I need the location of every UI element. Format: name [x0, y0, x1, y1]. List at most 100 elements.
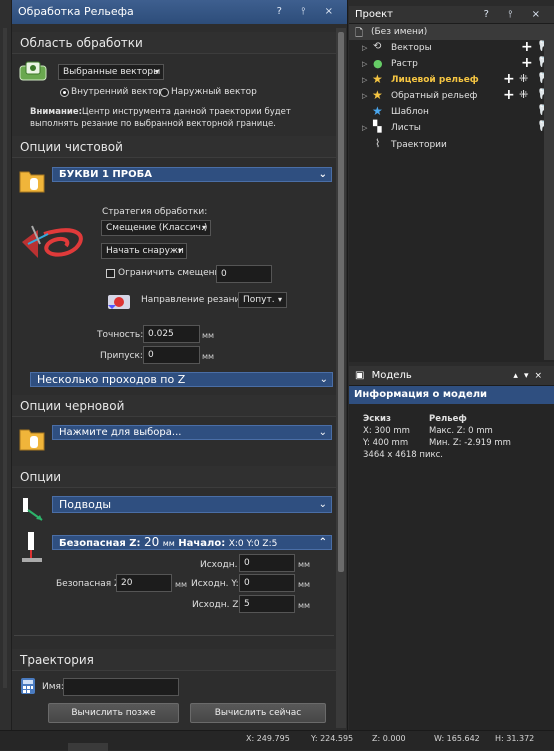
star-icon: ★ — [372, 88, 383, 102]
rough-section-heading[interactable]: Опции черновой — [12, 395, 336, 417]
calculate-later-button[interactable]: Вычислить позже — [48, 703, 179, 723]
area-note: Внимание:Центр инструмента данной траект… — [30, 106, 330, 130]
add-icon[interactable]: + — [503, 88, 515, 102]
panel-title-buttons[interactable]: ? ⫯ × — [277, 0, 341, 24]
strategy-label: Стратегия обработки: — [102, 207, 208, 217]
tree-root-row[interactable]: 🗋 (Без имени) — [349, 24, 544, 40]
direction-value: Попут. — [243, 295, 275, 305]
finish-section-heading[interactable]: Опции чистовой — [12, 136, 336, 158]
safe-z-bar-unit: мм — [162, 539, 175, 548]
home-x-input[interactable]: 0 — [239, 554, 295, 572]
direction-dropdown[interactable]: Попут. ▾ — [238, 292, 287, 308]
home-y-unit: мм — [298, 580, 311, 589]
allowance-input[interactable]: 0 — [143, 346, 200, 364]
toolpath-section-heading[interactable]: Траектория — [12, 649, 336, 671]
status-y: Y: 224.595 — [311, 734, 354, 743]
grid-icon[interactable]: ⁜ — [519, 72, 528, 86]
home-z-label: Исходн. Z: — [192, 600, 242, 610]
finish-tool-name: БУКВИ 1 ПРОБА — [59, 169, 152, 180]
expand-icon[interactable]: ▷ — [362, 92, 367, 100]
expand-icon[interactable]: ▷ — [362, 76, 367, 84]
strategy-dropdown[interactable]: Смещение (Классич.) ▾ — [101, 220, 211, 236]
safe-z-input[interactable]: 20 — [116, 574, 172, 592]
limit-offset-label: Ограничить смещение — [118, 268, 226, 278]
radio-outer-label: Наружный вектор — [171, 87, 257, 97]
home-z-input[interactable]: 5 — [239, 595, 295, 613]
tree-item-raster[interactable]: Растр — [391, 57, 418, 71]
model-tab-label[interactable]: Модель — [372, 370, 412, 381]
allowance-label: Припуск: — [100, 351, 143, 361]
rough-tool-bar[interactable]: Нажмите для выбора... ⌄ — [52, 425, 332, 440]
scrollbar-thumb[interactable] — [338, 32, 344, 572]
tree-item-toolpaths[interactable]: Траектории — [391, 138, 447, 152]
chevron-down-icon: ▾ — [277, 295, 282, 304]
radio-outer-vector[interactable] — [160, 88, 169, 97]
multipass-bar[interactable]: Несколько проходов по Z ⌄ — [30, 372, 333, 387]
divider — [14, 635, 334, 636]
home-y-input[interactable]: 0 — [239, 574, 295, 592]
tolerance-input[interactable]: 0.025 — [143, 325, 200, 343]
finish-tool-bar[interactable]: БУКВИ 1 ПРОБА ⌄ — [52, 167, 332, 182]
start-value: X:0 Y:0 Z:5 — [228, 539, 278, 549]
tree-item-front-relief[interactable]: Лицевой рельеф — [391, 73, 479, 87]
grid-icon[interactable]: ⁜ — [519, 88, 528, 102]
sketch-header: Эскиз — [363, 414, 391, 424]
left-panel-scrollbar[interactable] — [336, 28, 346, 728]
model-icon: ▣ — [355, 370, 365, 381]
safe-z-bar-value: 20 — [143, 535, 160, 549]
raster-icon: ● — [373, 57, 383, 70]
radio-inner-vector[interactable] — [60, 88, 69, 97]
limit-offset-input[interactable]: 0 — [216, 265, 272, 283]
project-title: Проект — [355, 9, 394, 20]
start-side-dropdown[interactable]: Начать снаружи ▾ — [101, 243, 187, 259]
offset-strategy-icon — [18, 214, 92, 266]
leads-bar[interactable]: Подводы ⌄ — [52, 496, 332, 513]
name-input[interactable] — [63, 678, 179, 696]
tree-item-sheets[interactable]: Листы — [391, 121, 421, 135]
finish-tool-folder-icon[interactable] — [18, 166, 46, 194]
safe-z-bar[interactable]: Безопасная Z: 20 мм Начало: X:0 Y:0 Z:5 … — [52, 535, 332, 550]
document-icon: 🗋 — [355, 28, 364, 39]
chevron-down-icon: ▾ — [154, 67, 159, 76]
left-edge-scroll[interactable] — [3, 28, 7, 688]
limit-offset-checkbox[interactable] — [106, 269, 115, 278]
add-icon[interactable]: + — [503, 72, 515, 86]
safe-z-label: Безопасная Z: — [56, 579, 124, 589]
start-label: Начало: — [178, 538, 226, 549]
relief-max-z: Макс. Z: 0 mm — [429, 426, 493, 436]
project-scrollbar[interactable] — [544, 24, 554, 360]
expand-icon[interactable]: ▷ — [362, 124, 367, 132]
model-title-buttons[interactable]: ▴▾× — [513, 366, 548, 386]
radio-inner-label: Внутренний вектор — [71, 87, 164, 97]
sketch-pixels: 3464 x 4618 пикс. — [363, 450, 443, 460]
chevron-down-icon: ⌄ — [319, 374, 328, 385]
options-section-heading[interactable]: Опции — [12, 466, 336, 488]
chevron-down-icon: ⌄ — [318, 427, 327, 438]
tree-item-back-relief[interactable]: Обратный рельеф — [391, 89, 477, 103]
expand-icon[interactable]: ▷ — [362, 60, 367, 68]
home-z-unit: мм — [298, 601, 311, 610]
safe-z-icon — [18, 530, 46, 566]
tree-item-vectors[interactable]: Векторы — [391, 41, 432, 55]
panel-title-bar: Обработка Рельефа ? ⫯ × — [12, 0, 347, 24]
toolpaths-icon: ⌇ — [375, 137, 381, 150]
model-info-header: Информация о модели — [349, 386, 554, 404]
calculate-now-button[interactable]: Вычислить сейчас — [190, 703, 326, 723]
tolerance-unit: мм — [202, 331, 215, 340]
add-icon[interactable]: + — [521, 56, 533, 70]
model-panel: ▣ Модель ▴▾× Информация о модели Эскиз Р… — [349, 366, 554, 730]
tree-item-template[interactable]: Шаблон — [391, 105, 429, 119]
rough-tool-folder-icon[interactable] — [18, 424, 46, 452]
chevron-down-icon: ▾ — [177, 246, 182, 255]
status-h: H: 31.372 — [495, 734, 535, 743]
project-title-buttons[interactable]: ? ⫯ × — [484, 6, 548, 24]
safe-z-bar-label: Безопасная Z: — [59, 538, 141, 549]
area-selection-dropdown[interactable]: Выбранные векторы ▾ — [58, 64, 164, 80]
chevron-down-icon: ⌄ — [318, 499, 327, 510]
panel-title: Обработка Рельефа — [18, 5, 134, 18]
expand-icon[interactable]: ▷ — [362, 44, 367, 52]
area-section-heading[interactable]: Область обработки — [12, 32, 336, 54]
start-side-value: Начать снаружи — [106, 246, 184, 256]
add-icon[interactable]: + — [521, 40, 533, 54]
model-tab-bar: ▣ Модель ▴▾× — [349, 366, 554, 386]
